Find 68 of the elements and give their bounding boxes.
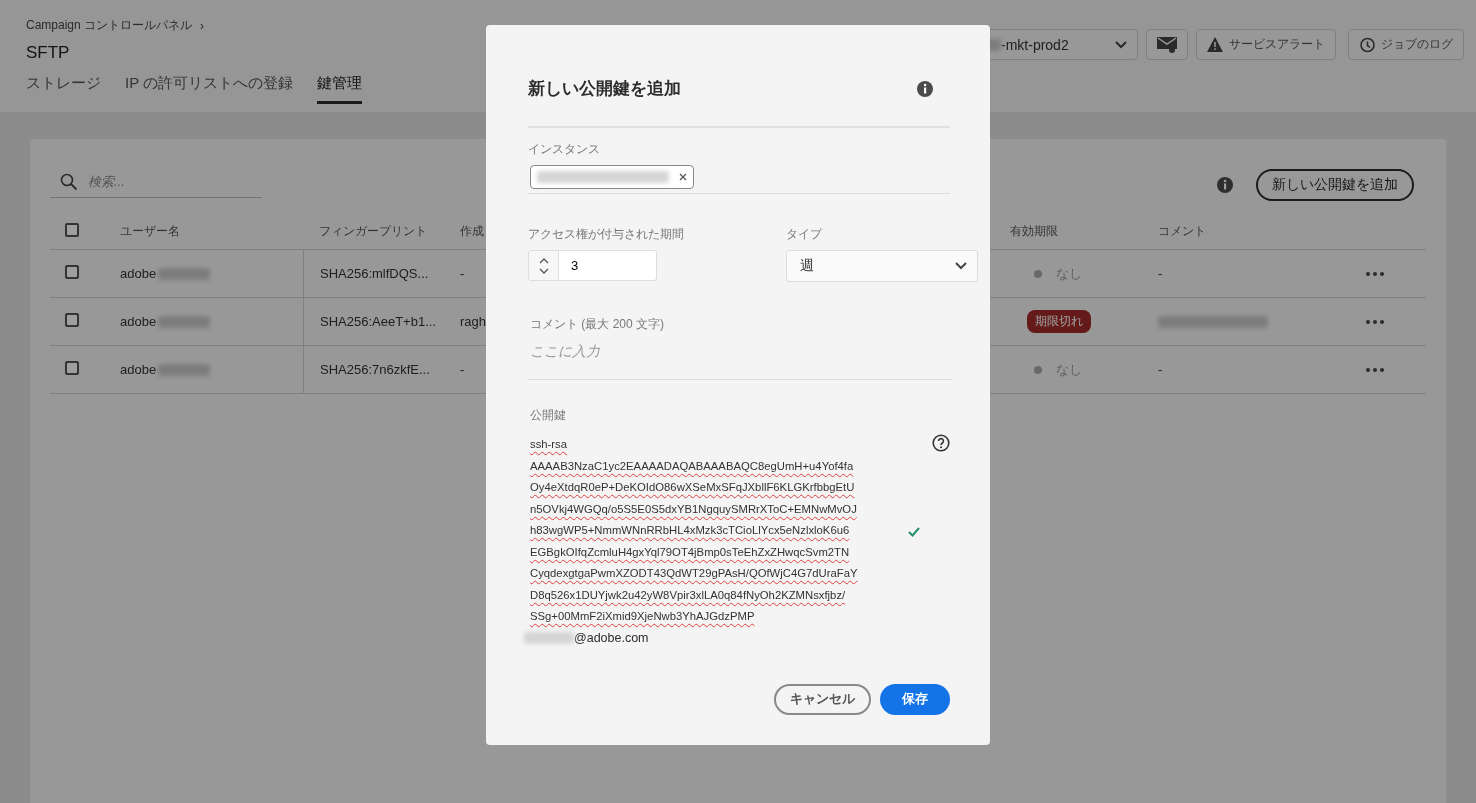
table-cell: - [460,362,465,377]
chevron-down-icon [955,262,967,270]
row-checkbox[interactable] [65,313,79,327]
comment-field[interactable]: ここに入力 [530,343,830,359]
table-cell: - [1158,266,1163,281]
field-label: 公開鍵 [530,407,567,424]
breadcrumb-link[interactable]: Campaign コントロールパネル [26,17,193,34]
table-cell: SHA256:AeeT+b1... [320,314,436,329]
envelope-bell-icon [1157,36,1177,53]
table-cell: - [1158,362,1163,377]
row-checkbox[interactable] [65,265,79,279]
close-icon[interactable] [679,173,687,181]
table-cell: - [460,266,465,281]
row-checkbox[interactable] [65,361,79,375]
chevron-down-icon [1115,40,1127,49]
search-icon [60,172,78,191]
dialog-title: 新しい公開鍵を追加 [528,78,681,100]
field-label: コメント (最大 200 文字) [530,316,665,333]
duration-field[interactable]: 3 [559,250,657,281]
info-icon [1216,176,1234,194]
tab[interactable]: IP の許可リストへの登録 [125,73,294,104]
tab[interactable]: ストレージ [26,73,101,104]
select-all-checkbox[interactable] [65,222,79,237]
expired-badge: 期限切れ [1027,310,1091,333]
more-icon[interactable] [1366,271,1384,276]
table-cell: SHA256:mlfDQS... [320,266,429,281]
add-public-key-button[interactable]: 新しい公開鍵を追加 [1256,169,1414,201]
more-icon[interactable] [1366,367,1384,372]
info-icon [916,79,934,98]
save-button[interactable]: 保存 [880,683,950,715]
blurred-text [158,363,211,376]
stepper-arrows-icon[interactable] [538,256,549,275]
help-icon[interactable] [932,434,950,452]
field-label: インスタンス [528,141,601,158]
page-title: SFTP [26,43,71,63]
type-dropdown[interactable]: 週 [786,250,978,282]
column-header: 作成 [460,222,484,240]
blurred-text [524,632,574,644]
table-cell: SHA256:7n6zkfE... [320,362,430,377]
column-header: 有効期限 [1010,222,1058,240]
column-header: ユーザー名 [120,222,180,240]
table-cell: adobe [120,266,157,281]
history-icon [1359,36,1375,53]
tab[interactable]: 鍵管理 [317,73,363,104]
table-cell: adobe [120,314,157,329]
status-text: なし [1056,264,1082,283]
field-label: アクセス権が付与された期間 [528,226,684,243]
notification-button[interactable] [1146,29,1188,60]
public-key-field[interactable]: ssh-rsa AAAAB3NzaC1yc2EAAAADAQABAAABAQC8egUmH+u4Yof4fa Oy4eXtdqR0eP+DeKOIdO86wXSeMxSFqJXbllF6KLGKrfbbgEtU n5OVkj4WGQq/o5S5E0S5dxYB1NgquySMRrXToC+EMNwMvOJ h83wgWP5+NmmWNnRRbHL4xMzk3cTCioLlYcx5eNzlxloK6u6 EGBgkOIfqZcmluH4gxYql79OT4jBmp0sTeEhZxZHwqcSvm2TN CyqdexgtgaPwmXZODT43QdWT29gPAsH/QOfWjC4G7dUraFaY D8q526x1DUYjwk2u42yW8Vpir3xlLA0q84fNyOh2KZMNsxfjbz/ SSg+00MmF2iXmid9XjeNwb3YhAJGdzPMP [530,434,858,628]
blurred-text [158,267,211,280]
status-dot [1034,269,1042,278]
breadcrumb-separator: › [200,18,205,33]
status-dot [1034,365,1042,374]
table-cell: ragh [460,314,487,329]
column-header: コメント [1158,222,1206,240]
instance-tag[interactable] [530,165,694,189]
blurred-text [158,315,211,328]
warning-icon [1207,37,1223,52]
search-field[interactable]: 検索... [86,173,250,190]
job-log-button[interactable]: ジョブのログ [1348,29,1464,60]
table-cell: adobe [120,362,157,377]
public-key-email: @adobe.com [574,629,649,647]
more-icon[interactable] [1366,319,1384,324]
status-text: なし [1056,360,1082,379]
service-alert-button[interactable]: サービスアラート [1196,29,1336,60]
cancel-button[interactable]: キャンセル [774,683,871,715]
field-label: タイプ [786,226,824,243]
column-header: フィンガープリント [319,222,427,240]
